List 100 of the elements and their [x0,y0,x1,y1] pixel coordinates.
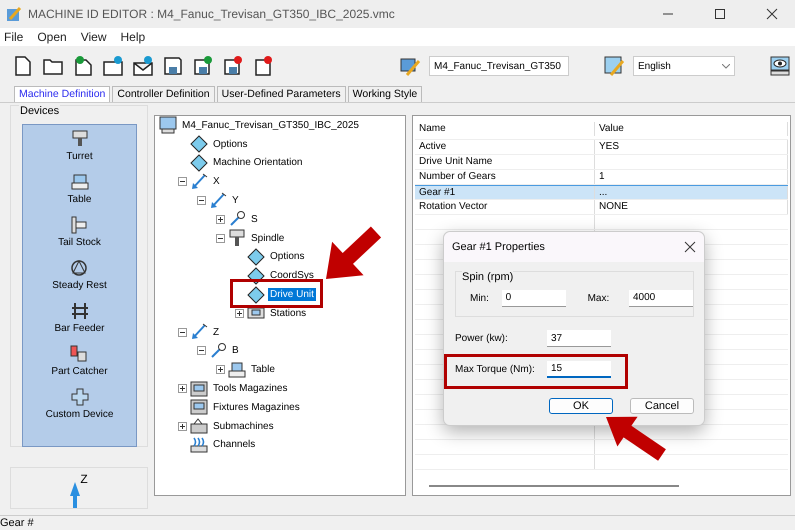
property-name: Number of Gears [415,170,595,184]
language-dropdown[interactable]: English [633,56,735,76]
device-item[interactable]: Tail Stock [58,237,101,248]
save-plus-icon[interactable] [192,55,214,77]
expand-icon[interactable] [178,422,187,431]
field-label: Max: [588,292,610,304]
tree-item[interactable]: Y [230,194,241,208]
device-item[interactable]: Steady Rest [52,280,107,291]
dialog-title: Gear #1 Properties [452,241,545,253]
machine-dropdown[interactable]: M4_Fanuc_Trevisan_GT350 [429,56,569,76]
translate-pencil-icon[interactable] [603,55,625,77]
chevron-down-icon [722,64,730,68]
diamond-icon [247,266,265,285]
menu-item[interactable]: Help [120,30,146,44]
menu-item[interactable]: Open [37,30,67,44]
tab[interactable]: Controller Definition [112,86,215,102]
property-row[interactable]: Active YES [415,140,788,155]
tree-item[interactable]: X [211,175,222,188]
save-arrow-icon[interactable] [222,55,244,77]
collapse-icon[interactable] [216,234,225,243]
axis-label: Z [80,472,88,486]
input-field[interactable]: 15 [547,361,611,378]
diamond-icon [247,248,265,266]
diamond-icon [190,154,208,172]
dialog-button[interactable]: Cancel [630,398,694,414]
folder-arrow-icon[interactable] [102,55,124,77]
menu-item[interactable]: View [80,30,106,44]
collapse-icon[interactable] [197,196,206,206]
cross-icon [70,387,90,407]
tree-item[interactable]: Stations [268,306,308,320]
axis-arrow-icon [190,172,208,191]
property-value: YES [595,140,788,154]
steady-rest-icon [69,258,90,278]
collapse-icon[interactable] [178,328,187,337]
property-row[interactable]: Number of Gears 1 [415,170,788,185]
tree-item[interactable]: Z [211,326,222,339]
property-row[interactable]: Rotation Vector NONE [415,200,788,215]
tree-item[interactable]: Channels [211,438,258,452]
device-item[interactable]: Turret [66,151,93,162]
tree-item[interactable]: Options [268,250,306,264]
tree-item[interactable]: B [230,344,241,358]
bar-feeder-icon [70,301,90,321]
property-value: NONE [595,200,788,214]
expand-icon[interactable] [235,308,244,318]
device-item[interactable]: Table [68,194,92,205]
close-icon[interactable] [684,241,696,253]
expand-icon[interactable] [178,384,187,394]
envelope-arrow-icon[interactable] [132,55,154,77]
tab[interactable]: Working Style [348,86,422,102]
collapse-icon[interactable] [197,346,206,356]
dialog-button[interactable]: OK [549,398,613,414]
tree-item[interactable]: CoordSys [268,269,316,282]
axis-arrow-icon [209,192,227,210]
property-name: Gear #1 [415,186,595,199]
axis-arrow-icon [190,323,208,342]
device-item[interactable]: Bar Feeder [54,323,105,334]
property-value: ... [595,186,788,199]
tab[interactable]: Machine Definition [14,86,110,102]
close-icon[interactable] [766,8,778,20]
tree-item[interactable]: Fixtures Magazines [211,400,302,414]
spindle-icon [228,229,246,248]
tree-item[interactable]: Spindle [249,232,286,245]
maximize-icon[interactable] [714,8,726,20]
property-value: 1 [595,170,788,184]
field-label: Power (kw): [455,333,509,344]
collapse-icon[interactable] [178,177,187,186]
field-label: Max Torque (Nm): [455,364,536,375]
tab[interactable]: User-Defined Parameters [216,86,346,102]
tree-item[interactable]: Table [249,363,277,376]
tree-item[interactable]: S [249,212,260,226]
window-title: MACHINE ID EDITOR : M4_Fanuc_Trevisan_GT350_IBC_2025.vmc [28,7,396,21]
save-icon[interactable] [162,55,184,77]
submachine-icon [190,417,208,436]
property-row[interactable]: Drive Unit Name [415,155,788,170]
status-text: Gear # [0,517,34,529]
tree-item[interactable]: Machine Orientation [211,156,304,170]
input-field[interactable]: 37 [547,330,611,347]
property-row[interactable]: Gear #1 ... [415,185,788,200]
input-field[interactable]: 4000 [629,290,693,306]
expand-icon[interactable] [216,214,225,224]
tree-item[interactable]: Tools Magazines [211,382,290,396]
menu-item[interactable]: File [4,30,24,44]
rotary-axis-icon [209,342,227,360]
tree-item[interactable]: Options [211,138,250,151]
tree-item[interactable]: Drive Unit [268,288,316,302]
eye-icon[interactable] [769,55,791,77]
tree-item[interactable]: Submachines [211,420,276,433]
tree-item[interactable]: M4_Fanuc_Trevisan_GT350_IBC_2025 [180,118,361,132]
field-label: Min: [470,292,490,304]
diamond-icon [190,135,208,154]
input-field[interactable]: 0 [502,290,566,306]
device-item[interactable]: Custom Device [46,409,114,420]
pointer-arrow [606,416,666,461]
axis-arrow-icon [70,482,80,508]
device-item[interactable]: Part Catcher [51,366,108,377]
part-catcher-icon [69,344,90,364]
scrollbar-thumb[interactable] [429,485,679,487]
app-icon [6,6,22,22]
tailstock-icon [69,215,90,235]
expand-icon[interactable] [216,365,225,374]
